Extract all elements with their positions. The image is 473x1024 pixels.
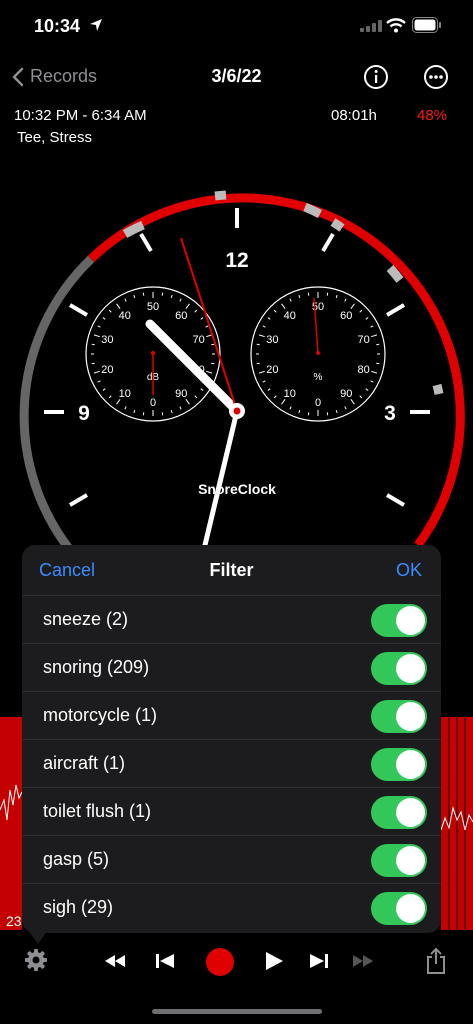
db-dial-tick-label: 30 [101, 334, 113, 346]
session-score: 48% [417, 107, 448, 124]
filter-toggle-aircraft[interactable] [371, 748, 427, 781]
filter-sheet: Cancel Filter OK sneeze (2) snoring (209… [22, 545, 441, 933]
share-icon[interactable] [424, 947, 448, 975]
location-arrow-icon [90, 19, 102, 31]
percent-dial-tick-label: 70 [358, 334, 370, 346]
percent-unit-label: % [314, 372, 323, 383]
db-dial: 0102030405060708090 dB [85, 286, 221, 422]
percent-dial-tick-label: 80 [358, 364, 370, 376]
filter-toggle-motorcycle[interactable] [371, 700, 427, 733]
skip-forward-icon[interactable] [309, 952, 329, 970]
skip-back-icon[interactable] [155, 952, 175, 970]
filter-row-snoring: snoring (209) [22, 643, 441, 691]
db-dial-tick-label: 60 [175, 310, 187, 322]
minute-hand [202, 408, 240, 548]
session-tags: Tee, Stress [17, 129, 93, 146]
filter-label: sigh (29) [43, 897, 114, 917]
filter-label: motorcycle (1) [43, 705, 158, 725]
filter-row-aircraft: aircraft (1) [22, 739, 441, 787]
filter-row-sigh: sigh (29) [22, 883, 441, 931]
db-dial-tick-label: 70 [193, 334, 205, 346]
percent-dial-tick-label: 10 [284, 388, 296, 400]
filter-toggle-sneeze[interactable] [371, 604, 427, 637]
filter-row-gasp: gasp (5) [22, 835, 441, 883]
db-dial-tick-label: 20 [101, 364, 113, 376]
chart-right-strip [441, 717, 473, 930]
filter-sheet-header: Cancel Filter OK [22, 545, 441, 595]
info-icon[interactable] [361, 62, 391, 92]
filter-toggle-gasp[interactable] [371, 844, 427, 877]
filter-toggle-snoring[interactable] [371, 652, 427, 685]
percent-dial-tick-label: 90 [340, 388, 352, 400]
db-dial-tick-label: 10 [119, 388, 131, 400]
gear-icon[interactable] [24, 948, 48, 972]
brand-label: SnoreClock [198, 481, 276, 497]
play-icon[interactable] [264, 951, 284, 971]
record-button[interactable] [205, 947, 235, 977]
filter-label: toilet flush (1) [43, 801, 152, 821]
snore-clock-gauge: 12 3 9 SnoreClock 0102030405060708090 dB… [19, 190, 465, 550]
numeral-12: 12 [225, 249, 248, 272]
db-dial-tick-label: 40 [119, 310, 131, 322]
percent-dial-tick-label: 20 [266, 364, 278, 376]
session-time-range: 10:32 PM - 6:34 AM [14, 107, 147, 124]
db-dial-tick-label: 50 [147, 301, 159, 313]
percent-dial-tick-label: 60 [340, 310, 352, 322]
nav-bar: Records 3/6/22 [0, 54, 473, 100]
page-title: 3/6/22 [211, 66, 262, 86]
filter-label: aircraft (1) [43, 753, 126, 773]
more-icon[interactable] [421, 62, 451, 92]
percent-dial-tick-label: 0 [315, 397, 321, 409]
percent-dial-tick-label: 40 [284, 310, 296, 322]
percent-dial-tick-label: 30 [266, 334, 278, 346]
rewind-icon[interactable] [104, 954, 126, 968]
home-indicator [152, 1009, 322, 1014]
filter-toggle-sigh[interactable] [371, 892, 427, 925]
filter-label: gasp (5) [43, 849, 110, 869]
numeral-9: 9 [78, 402, 90, 425]
fast-forward-icon[interactable] [352, 954, 374, 968]
percent-dial: 0102030405060708090 % [250, 286, 386, 422]
signal-icon [360, 20, 382, 32]
filter-toggle-toilet-flush[interactable] [371, 796, 427, 829]
db-dial-tick-label: 90 [175, 388, 187, 400]
ok-button[interactable]: OK [396, 560, 422, 581]
status-bar: 10:34 [0, 0, 473, 54]
wifi-icon [386, 18, 406, 33]
filter-title: Filter [209, 560, 254, 580]
filter-label: sneeze (2) [43, 609, 129, 629]
db-dial-tick-label: 0 [150, 397, 156, 409]
filter-label: snoring (209) [43, 657, 150, 677]
session-duration: 08:01h [331, 107, 377, 124]
battery-icon [412, 17, 441, 33]
status-time: 10:34 [34, 16, 81, 36]
filter-row-toilet-flush: toilet flush (1) [22, 787, 441, 835]
chart-left-strip [0, 717, 22, 930]
filter-row-sneeze: sneeze (2) [22, 595, 441, 643]
filter-list: sneeze (2) snoring (209) motorcycle (1) … [22, 595, 441, 931]
chart-axis-label: 23 [6, 913, 22, 929]
playback-toolbar [0, 938, 473, 984]
numeral-3: 3 [384, 402, 396, 425]
filter-row-motorcycle: motorcycle (1) [22, 691, 441, 739]
